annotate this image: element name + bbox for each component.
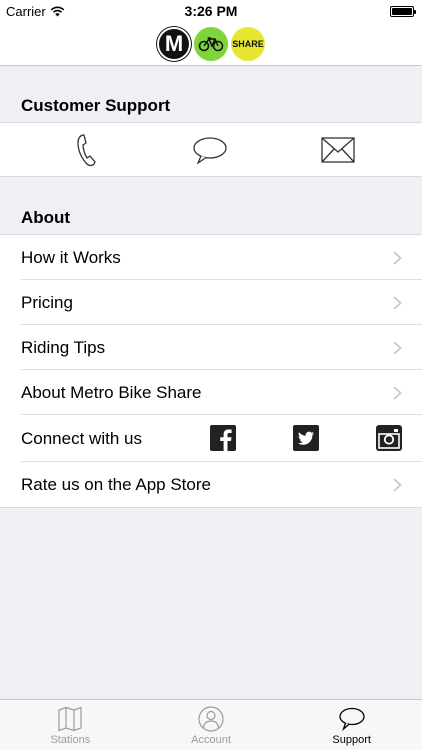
chat-bubble-icon [339,707,365,732]
list-item-about-metro-bike-share[interactable]: About Metro Bike Share [0,370,422,415]
share-logo: SHARE [231,26,265,61]
list-item-pricing[interactable]: Pricing [0,280,422,325]
list-item-label: How it Works [21,247,121,267]
list-item-label: Rate us on the App Store [21,474,211,494]
chat-bubble-icon[interactable] [192,133,228,167]
tab-label: Stations [50,734,91,746]
tab-account[interactable]: Account [141,700,282,750]
customer-support-heading: Customer Support [21,96,171,115]
facebook-icon[interactable] [210,425,236,451]
customer-support-row [0,122,422,177]
twitter-icon[interactable] [293,425,319,451]
list-item-label: Connect with us [21,428,142,448]
chevron-right-icon [393,385,402,400]
clock: 3:26 PM [184,3,238,19]
person-icon [198,706,224,732]
bike-logo-icon [194,26,228,61]
list-item-label: Pricing [21,292,73,312]
list-item-rate-app[interactable]: Rate us on the App Store [0,462,422,507]
map-icon [58,706,82,732]
chevron-right-icon [393,340,402,355]
phone-icon[interactable] [68,133,104,167]
list-item-label: Riding Tips [21,337,106,357]
list-item-riding-tips[interactable]: Riding Tips [0,325,422,370]
tab-label: Account [191,734,231,746]
tab-support[interactable]: Support [281,700,422,750]
about-list: How it Works Pricing Riding Tips About M… [0,234,422,508]
chevron-right-icon [393,477,402,492]
tab-stations[interactable]: Stations [0,700,141,750]
tab-bar: Stations Account Support [0,699,422,750]
battery-icon [390,6,416,17]
list-item-how-it-works[interactable]: How it Works [0,235,422,280]
mail-icon[interactable] [320,133,356,167]
status-bar: Carrier 3:26 PM [0,0,422,22]
chevron-right-icon [393,295,402,310]
nav-bar: M SHARE [0,22,422,66]
about-heading: About [21,208,71,227]
chevron-right-icon [393,250,402,265]
list-item-label: About Metro Bike Share [21,382,202,402]
list-item-connect-with-us: Connect with us [0,415,422,462]
tab-label: Support [332,734,371,746]
instagram-icon[interactable] [376,425,402,451]
metro-logo: M [157,26,191,61]
